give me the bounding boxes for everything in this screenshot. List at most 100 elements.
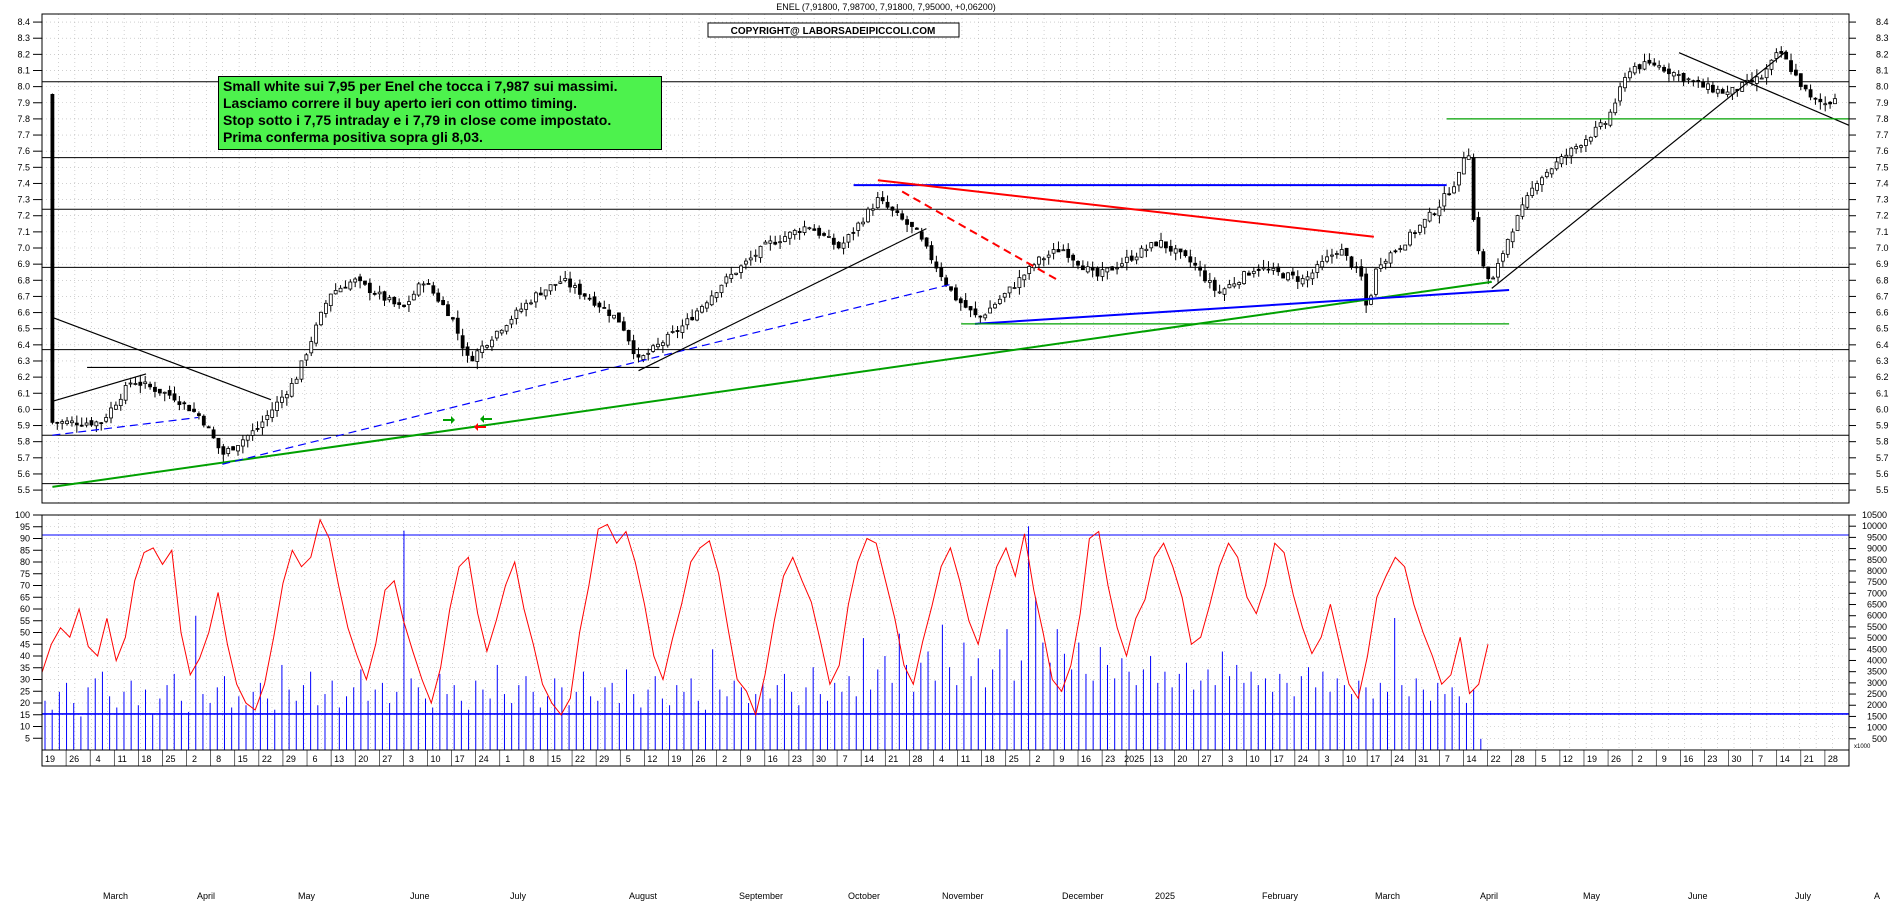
price-tick-label: 6.7 bbox=[17, 291, 30, 301]
price-candle bbox=[187, 404, 192, 412]
price-tick-label: 5.8 bbox=[1876, 437, 1889, 447]
note-line: Prima conferma positiva sopra gli 8,03. bbox=[223, 129, 483, 145]
price-candle bbox=[1447, 193, 1452, 196]
price-candle bbox=[1349, 256, 1354, 268]
price-candle bbox=[626, 329, 631, 342]
price-candle bbox=[148, 383, 152, 388]
price-candle bbox=[577, 283, 582, 295]
price-candle bbox=[1037, 256, 1041, 265]
price-candle bbox=[914, 227, 919, 230]
price-candle bbox=[1017, 277, 1022, 288]
price-candle bbox=[143, 381, 148, 385]
price-candle bbox=[607, 309, 612, 316]
price-candle bbox=[1486, 266, 1491, 280]
price-candle bbox=[1276, 266, 1281, 273]
volume-tick-label: 10500 bbox=[1862, 510, 1887, 520]
price-candle bbox=[216, 437, 221, 449]
price-candle bbox=[646, 352, 651, 355]
price-candle bbox=[1237, 282, 1242, 286]
price-candle bbox=[294, 378, 299, 384]
price-candle bbox=[1471, 157, 1476, 220]
price-candle bbox=[1325, 256, 1329, 262]
price-candle bbox=[240, 439, 245, 447]
price-tick-label: 7.6 bbox=[17, 146, 30, 156]
price-candle bbox=[1803, 84, 1808, 90]
day-label: 24 bbox=[479, 754, 489, 764]
price-candle bbox=[157, 388, 162, 394]
day-label: 25 bbox=[165, 754, 175, 764]
price-candle bbox=[1510, 231, 1515, 243]
price-candle bbox=[1457, 171, 1461, 186]
price-candle bbox=[1701, 81, 1706, 88]
price-candle bbox=[1754, 76, 1759, 84]
price-candle bbox=[1007, 286, 1012, 294]
month-label: November bbox=[942, 891, 984, 901]
day-label: 16 bbox=[768, 754, 778, 764]
price-tick-label: 7.8 bbox=[1876, 114, 1889, 124]
price-candle bbox=[250, 430, 255, 436]
price-candle bbox=[436, 292, 441, 302]
price-candle bbox=[1203, 270, 1207, 282]
price-candle bbox=[1266, 268, 1271, 271]
price-candle bbox=[123, 385, 128, 401]
price-candle bbox=[367, 282, 372, 294]
price-candle bbox=[1256, 268, 1261, 271]
price-candle bbox=[1090, 266, 1095, 271]
price-candle bbox=[94, 421, 99, 427]
price-candle bbox=[1212, 279, 1217, 291]
day-label: 22 bbox=[575, 754, 585, 764]
price-candle bbox=[421, 283, 426, 286]
volume-tick-label: 9500 bbox=[1867, 532, 1887, 542]
price-candle bbox=[1603, 123, 1608, 125]
price-candle bbox=[387, 297, 392, 301]
price-candle bbox=[1330, 254, 1334, 257]
price-candle bbox=[1466, 155, 1471, 160]
price-candle bbox=[480, 345, 485, 353]
oscillator-tick-label: 70 bbox=[20, 581, 30, 591]
oscillator-tick-label: 95 bbox=[20, 522, 30, 532]
price-candle bbox=[177, 401, 182, 405]
price-candle bbox=[1442, 193, 1447, 207]
volume-tick-label: 2000 bbox=[1867, 700, 1887, 710]
price-candle bbox=[538, 292, 543, 296]
price-candle bbox=[695, 310, 699, 321]
price-candle bbox=[1417, 224, 1422, 233]
price-candle bbox=[236, 445, 240, 452]
day-label: 24 bbox=[1394, 754, 1404, 764]
price-candle bbox=[1310, 272, 1315, 280]
price-tick-label: 7.4 bbox=[1876, 178, 1889, 188]
day-label: 15 bbox=[238, 754, 248, 764]
day-label: 29 bbox=[599, 754, 609, 764]
price-candle bbox=[885, 201, 890, 208]
price-candle bbox=[900, 213, 905, 220]
price-tick-label: 7.8 bbox=[17, 114, 30, 124]
price-candle bbox=[55, 421, 60, 424]
day-label: 2 bbox=[722, 754, 727, 764]
day-label: 1 bbox=[505, 754, 510, 764]
day-label: 17 bbox=[1274, 754, 1284, 764]
day-label: 9 bbox=[746, 754, 751, 764]
price-candle bbox=[1720, 89, 1725, 94]
price-candle bbox=[1715, 88, 1720, 94]
price-candle bbox=[1066, 248, 1071, 258]
price-candle bbox=[968, 306, 973, 311]
price-candle bbox=[1247, 272, 1251, 276]
day-label: 9 bbox=[1662, 754, 1667, 764]
price-candle bbox=[441, 300, 446, 306]
price-candle bbox=[1168, 245, 1173, 252]
day-label: 2 bbox=[192, 754, 197, 764]
day-label: 3 bbox=[1324, 754, 1329, 764]
month-label: September bbox=[739, 891, 783, 901]
price-candle bbox=[1427, 211, 1432, 222]
price-candle bbox=[490, 339, 494, 348]
price-tick-label: 5.8 bbox=[17, 437, 30, 447]
day-label: 21 bbox=[888, 754, 898, 764]
price-candle bbox=[1569, 147, 1574, 157]
day-label: 10 bbox=[430, 754, 440, 764]
price-candle bbox=[104, 417, 109, 422]
price-candle bbox=[245, 435, 250, 441]
price-candle bbox=[890, 206, 895, 211]
price-candle bbox=[1120, 263, 1124, 267]
price-candle bbox=[973, 308, 978, 316]
month-label: August bbox=[629, 891, 658, 901]
